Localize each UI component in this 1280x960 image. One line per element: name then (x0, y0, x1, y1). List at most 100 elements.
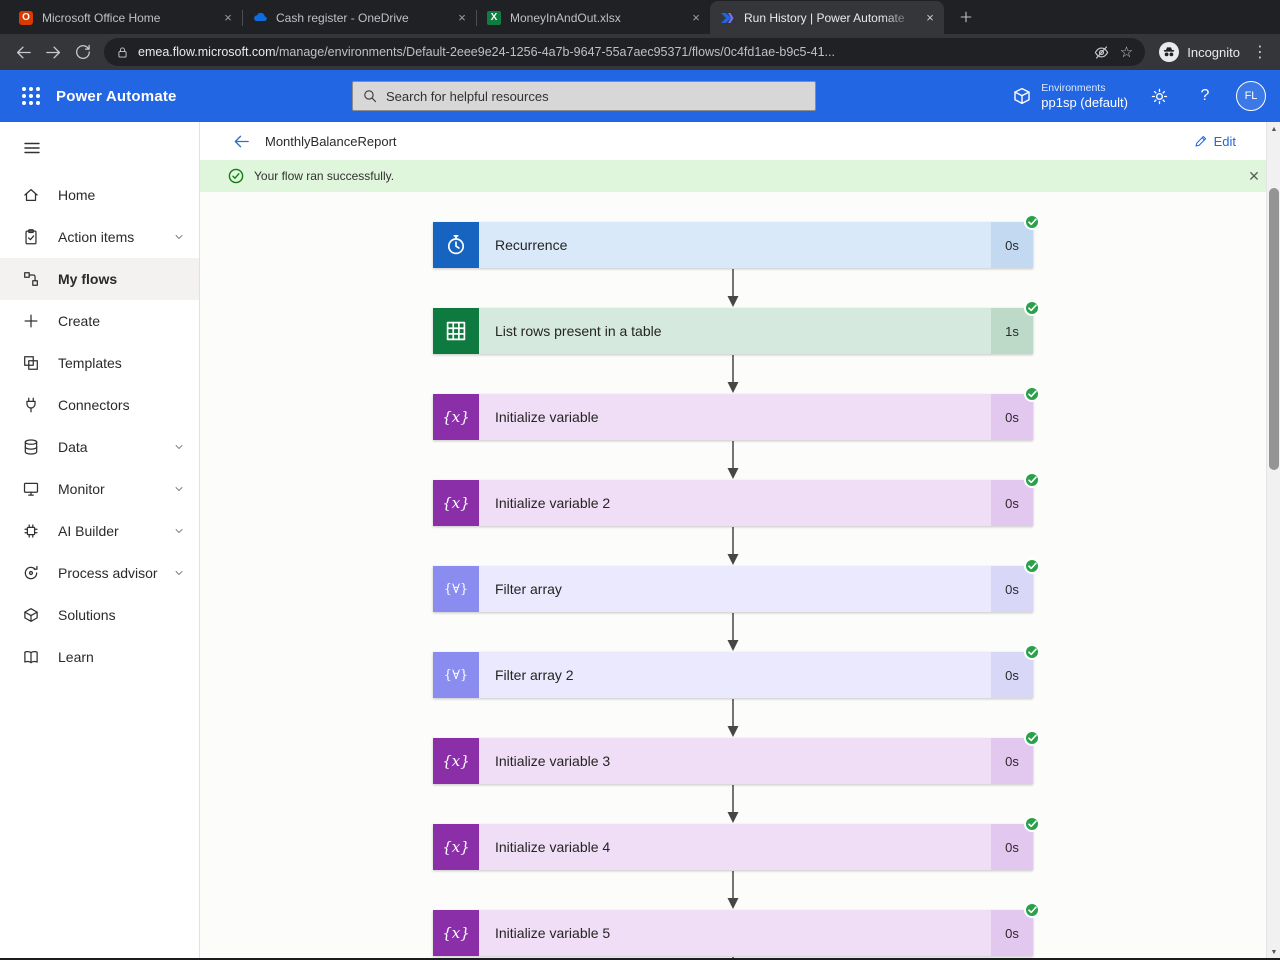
edit-button[interactable]: Edit (1193, 134, 1236, 149)
back-icon[interactable] (8, 37, 38, 67)
tab-title: Microsoft Office Home (42, 10, 161, 25)
sidebar-item-ai-builder[interactable]: AI Builder (0, 510, 199, 552)
connector-arrow (433, 612, 1033, 652)
forward-icon[interactable] (38, 37, 68, 67)
search-input[interactable] (386, 88, 806, 104)
app-title: Power Automate (56, 87, 177, 105)
scrollbar-up-icon[interactable]: ▲ (1267, 126, 1280, 133)
process-advisor-icon (22, 564, 42, 582)
scrollbar-thumb[interactable] (1269, 188, 1279, 470)
excel-table-icon (433, 308, 479, 354)
sidebar-item-home[interactable]: Home (0, 174, 199, 216)
sidebar-item-learn[interactable]: Learn (0, 636, 199, 678)
sidebar-item-create[interactable]: Create (0, 300, 199, 342)
solutions-icon (22, 606, 42, 624)
ai-builder-icon (22, 522, 42, 540)
flow-step-recurrence[interactable]: Recurrence 0s (433, 214, 1040, 268)
sidebar-item-templates[interactable]: Templates (0, 342, 199, 384)
office-favicon: O (18, 10, 34, 26)
pencil-icon (1195, 135, 1206, 147)
initialize-variable-icon: {x} (433, 738, 479, 784)
environment-picker[interactable]: Environments pp1sp (default) (1012, 82, 1128, 110)
environment-name: pp1sp (default) (1041, 94, 1128, 110)
sidebar-item-my-flows[interactable]: My flows (0, 258, 199, 300)
step-label: List rows present in a table (495, 323, 662, 339)
tab-office-home[interactable]: O Microsoft Office Home × (8, 1, 243, 34)
app-header: Power Automate Environments pp1sp (defau… (0, 70, 1280, 122)
close-tab-icon[interactable]: × (922, 10, 938, 26)
flow-step-initialize-variable-5[interactable]: {x} Initialize variable 5 0s (433, 902, 1040, 956)
success-check-icon (1024, 644, 1040, 660)
tab-run-history-active[interactable]: Run History | Power Automate × (710, 1, 944, 34)
banner-message: Your flow ran successfully. (254, 169, 395, 183)
close-tab-icon[interactable]: × (220, 10, 236, 26)
step-label: Initialize variable 5 (495, 925, 611, 941)
close-tab-icon[interactable]: × (688, 10, 704, 26)
close-tab-icon[interactable]: × (454, 10, 470, 26)
sidebar-item-solutions[interactable]: Solutions (0, 594, 199, 636)
new-tab-button[interactable] (952, 3, 980, 31)
step-label: Initialize variable 2 (495, 495, 611, 511)
step-duration: 0s (991, 910, 1033, 956)
browser-nav-bar: emea.flow.microsoft.com/manage/environme… (0, 34, 1280, 70)
tab-excel-workbook[interactable]: X MoneyInAndOut.xlsx × (476, 1, 711, 34)
help-icon[interactable]: ? (1190, 81, 1220, 111)
success-check-icon (1024, 386, 1040, 402)
eye-off-icon[interactable] (1093, 44, 1110, 61)
connector-arrow (433, 440, 1033, 480)
scrollbar-down-icon[interactable]: ▼ (1267, 949, 1280, 956)
environment-icon (1012, 86, 1032, 106)
success-check-icon (1024, 558, 1040, 574)
initialize-variable-icon: {x} (433, 824, 479, 870)
sidebar-item-monitor[interactable]: Monitor (0, 468, 199, 510)
url-text: emea.flow.microsoft.com/manage/environme… (138, 45, 835, 59)
flow-step-filter-array-2[interactable]: {∀} Filter array 2 0s (433, 644, 1040, 698)
success-check-icon (1024, 472, 1040, 488)
sidebar-item-connectors[interactable]: Connectors (0, 384, 199, 426)
sidebar-item-data[interactable]: Data (0, 426, 199, 468)
address-bar[interactable]: emea.flow.microsoft.com/manage/environme… (104, 38, 1146, 66)
flow-step-initialize-variable[interactable]: {x} Initialize variable 0s (433, 386, 1040, 440)
flow-step-filter-array[interactable]: {∀} Filter array 0s (433, 558, 1040, 612)
hamburger-menu-icon[interactable] (22, 138, 42, 158)
sidebar-item-action-items[interactable]: Action items (0, 216, 199, 258)
tab-onedrive[interactable]: Cash register - OneDrive × (242, 1, 477, 34)
learn-icon (22, 648, 42, 666)
back-arrow-icon[interactable] (232, 132, 251, 151)
flow-step-list-rows[interactable]: List rows present in a table 1s (433, 300, 1040, 354)
incognito-icon (1159, 42, 1180, 62)
initialize-variable-icon: {x} (433, 480, 479, 526)
initialize-variable-icon: {x} (433, 910, 479, 956)
excel-favicon: X (486, 10, 502, 26)
chevron-down-icon (173, 525, 185, 537)
settings-gear-icon[interactable] (1144, 81, 1174, 111)
flow-canvas: Recurrence 0s List rows present in a tab… (200, 192, 1280, 960)
flow-step-initialize-variable-4[interactable]: {x} Initialize variable 4 0s (433, 816, 1040, 870)
vertical-scrollbar[interactable]: ▲ ▼ (1266, 122, 1280, 960)
avatar[interactable]: FL (1236, 81, 1266, 111)
step-duration: 0s (991, 394, 1033, 440)
bookmark-star-icon[interactable]: ☆ (1120, 45, 1133, 60)
sidebar-item-process-advisor[interactable]: Process advisor (0, 552, 199, 594)
flow-step-initialize-variable-3[interactable]: {x} Initialize variable 3 0s (433, 730, 1040, 784)
page-title: MonthlyBalanceReport (265, 133, 397, 149)
step-duration: 0s (991, 222, 1033, 268)
step-label: Filter array (495, 581, 562, 597)
tab-title: Cash register - OneDrive (276, 10, 409, 25)
flow-run-header: MonthlyBalanceReport Edit (200, 122, 1280, 160)
flow-step-initialize-variable-2[interactable]: {x} Initialize variable 2 0s (433, 472, 1040, 526)
reload-icon[interactable] (68, 37, 98, 67)
banner-close-icon[interactable]: ✕ (1244, 168, 1264, 185)
app-launcher-icon[interactable] (14, 79, 48, 113)
my-flows-icon (22, 270, 42, 288)
success-check-icon (1024, 730, 1040, 746)
filter-array-icon: {∀} (433, 652, 479, 698)
search-box[interactable] (352, 81, 816, 111)
step-duration: 0s (991, 738, 1033, 784)
connector-arrow (433, 354, 1033, 394)
incognito-label: Incognito (1187, 44, 1240, 60)
lock-icon (116, 46, 129, 59)
step-label: Initialize variable 3 (495, 753, 611, 769)
browser-menu-icon[interactable]: ⋮ (1248, 42, 1272, 62)
step-label: Recurrence (495, 237, 568, 253)
